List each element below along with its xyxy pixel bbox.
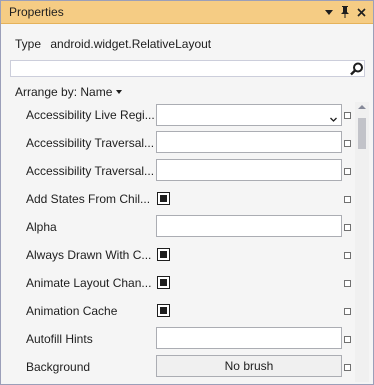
property-checkbox[interactable] [157,304,170,317]
menu-dropdown-icon[interactable] [321,4,337,20]
property-marker[interactable] [344,336,351,343]
property-label: Add States From Chil... [26,192,151,206]
property-text-input[interactable] [156,215,342,237]
properties-window: Properties Type android.widget.RelativeL… [0,0,374,385]
property-marker[interactable] [344,112,351,119]
property-checkbox[interactable] [157,192,170,205]
chevron-down-icon [116,90,123,94]
property-checkbox[interactable] [157,248,170,261]
property-marker[interactable] [344,364,351,371]
property-text-input[interactable] [156,327,342,349]
property-marker[interactable] [344,280,351,287]
property-marker[interactable] [344,252,351,259]
type-label: Type [15,37,42,51]
property-label: Alpha [26,220,57,234]
panel-title: Properties [9,5,64,19]
property-text-input[interactable] [156,159,342,181]
close-icon[interactable] [353,4,369,20]
property-label: Always Drawn With C... [26,248,152,262]
property-dropdown[interactable] [156,104,342,126]
property-label: Autofill Hints [26,332,93,346]
arrange-by-label: Arrange by: Name [15,85,113,99]
pin-icon[interactable] [337,4,353,20]
property-checkbox[interactable] [157,276,170,289]
property-marker[interactable] [344,196,351,203]
property-label: Animate Layout Chan... [26,276,152,290]
arrange-by-button[interactable]: Arrange by: Name [15,85,123,99]
property-text-input[interactable] [156,131,342,153]
type-line: Type android.widget.RelativeLayout [15,37,211,51]
property-marker[interactable] [344,308,351,315]
type-value: android.widget.RelativeLayout [50,37,212,51]
property-label: Animation Cache [26,304,118,318]
property-marker[interactable] [344,140,351,147]
search-input[interactable] [10,60,365,77]
property-label: Accessibility Traversal... [26,164,155,178]
brush-editor-button[interactable]: No brush [156,355,342,377]
property-label: Background [26,360,91,374]
property-label: Accessibility Live Regi... [26,108,155,122]
chevron-down-icon [330,112,337,122]
search-icon[interactable] [350,62,364,76]
title-bar: Properties [1,1,373,24]
property-marker[interactable] [344,168,351,175]
property-marker[interactable] [344,224,351,231]
scrollbar-thumb[interactable] [358,118,366,149]
scroll-up-icon[interactable] [358,105,366,109]
property-label: Accessibility Traversal... [26,136,155,150]
